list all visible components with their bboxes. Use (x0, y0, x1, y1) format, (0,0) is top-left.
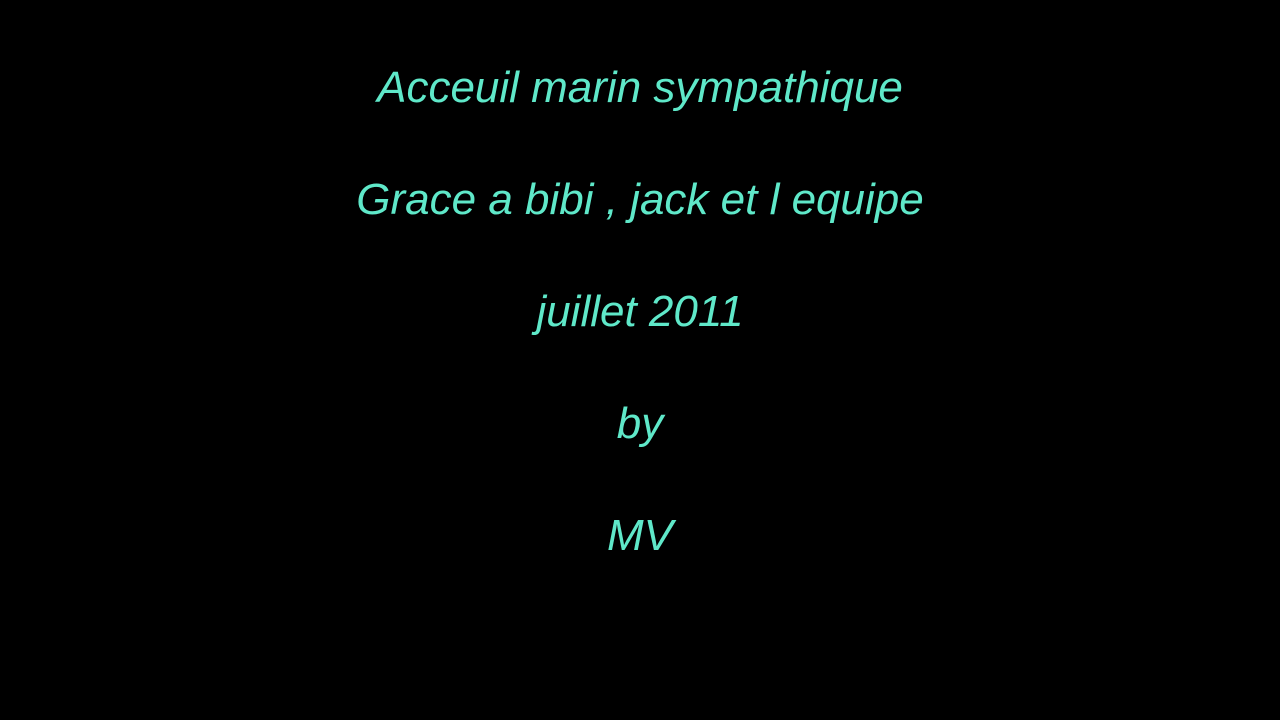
credits-line: Grace a bibi , jack et l equipe (356, 175, 924, 224)
author-line: MV (607, 511, 673, 560)
date-line: juillet 2011 (536, 287, 744, 336)
title-line: Acceuil marin sympathique (377, 63, 903, 112)
by-line: by (616, 399, 664, 448)
title-card: Acceuil marin sympathique Grace a bibi ,… (0, 0, 1280, 720)
